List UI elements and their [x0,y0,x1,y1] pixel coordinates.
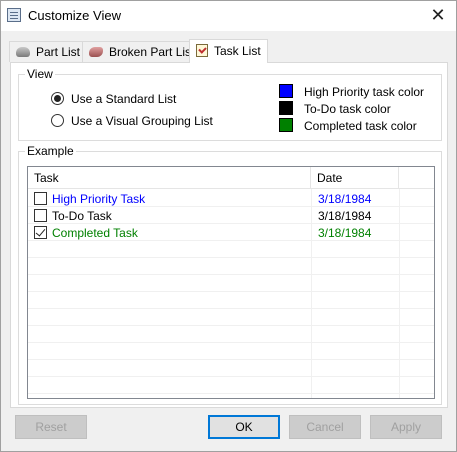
high-priority-color-row[interactable]: High Priority task color [279,84,429,100]
reset-button[interactable]: Reset [15,415,87,439]
empty-row [28,326,434,343]
table-row[interactable]: High Priority Task 3/18/1984 [28,190,434,207]
empty-row [28,241,434,258]
completed-color-row[interactable]: Completed task color [279,118,429,134]
empty-row [28,377,434,394]
radio-visual-grouping-list-button[interactable] [51,114,64,127]
date-cell: 3/18/1984 [318,226,372,240]
completed-color-swatch[interactable] [279,118,293,132]
ok-button[interactable]: OK [208,415,280,439]
empty-row [28,275,434,292]
apply-button[interactable]: Apply [370,415,442,439]
window-icon [7,8,21,22]
empty-row [28,258,434,275]
empty-row [28,292,434,309]
window-title: Customize View [28,8,121,23]
table-row[interactable]: To-Do Task 3/18/1984 [28,207,434,224]
tab-part-list-label: Part List [36,45,81,59]
tab-part-list[interactable]: Part List [9,41,88,62]
title-bar: Customize View ✕ [1,1,456,31]
task-list-panel: View Use a Standard List Use a Visual Gr… [10,62,448,408]
radio-visual-grouping-list-label: Use a Visual Grouping List [71,114,213,128]
view-group-label: View [25,67,55,81]
column-header-date[interactable]: Date [311,167,399,189]
close-icon[interactable]: ✕ [420,1,456,31]
radio-standard-list[interactable]: Use a Standard List [51,91,251,107]
part-list-icon [16,47,30,57]
completed-color-label: Completed task color [304,119,417,133]
todo-color-swatch[interactable] [279,101,293,115]
column-header-task[interactable]: Task [28,167,311,189]
tab-strip: Part List Broken Part List Task List [9,39,299,63]
empty-row [28,343,434,360]
empty-row [28,360,434,377]
task-cell: To-Do Task [52,209,112,223]
todo-color-row[interactable]: To-Do task color [279,101,429,117]
view-group: View Use a Standard List Use a Visual Gr… [18,67,442,141]
example-group-label: Example [25,144,76,158]
radio-standard-list-button[interactable] [51,92,64,105]
task-cell: Completed Task [52,226,138,240]
task-checkbox[interactable] [34,209,47,222]
cancel-button[interactable]: Cancel [289,415,361,439]
high-priority-color-label: High Priority task color [304,85,425,99]
task-checkbox[interactable] [34,192,47,205]
radio-standard-list-label: Use a Standard List [71,92,177,106]
todo-color-label: To-Do task color [304,102,391,116]
task-cell: High Priority Task [52,192,146,206]
high-priority-color-swatch[interactable] [279,84,293,98]
task-checkbox[interactable] [34,226,47,239]
tab-broken-part-list[interactable]: Broken Part List [82,41,202,62]
tab-task-list-label: Task List [214,44,261,58]
tab-broken-part-list-label: Broken Part List [109,45,195,59]
date-cell: 3/18/1984 [318,192,372,206]
date-cell: 3/18/1984 [318,209,372,223]
table-row[interactable]: Completed Task 3/18/1984 [28,224,434,241]
broken-part-list-icon [89,47,103,57]
empty-row [28,309,434,326]
list-header: Task Date [28,167,434,189]
radio-visual-grouping-list[interactable]: Use a Visual Grouping List [51,113,251,129]
task-list-icon [196,44,208,57]
customize-view-dialog: Customize View ✕ Part List Broken Part L… [0,0,457,452]
example-task-list[interactable]: Task Date High Priority Task 3/18/1984 T… [27,166,435,399]
tab-task-list[interactable]: Task List [189,39,268,63]
